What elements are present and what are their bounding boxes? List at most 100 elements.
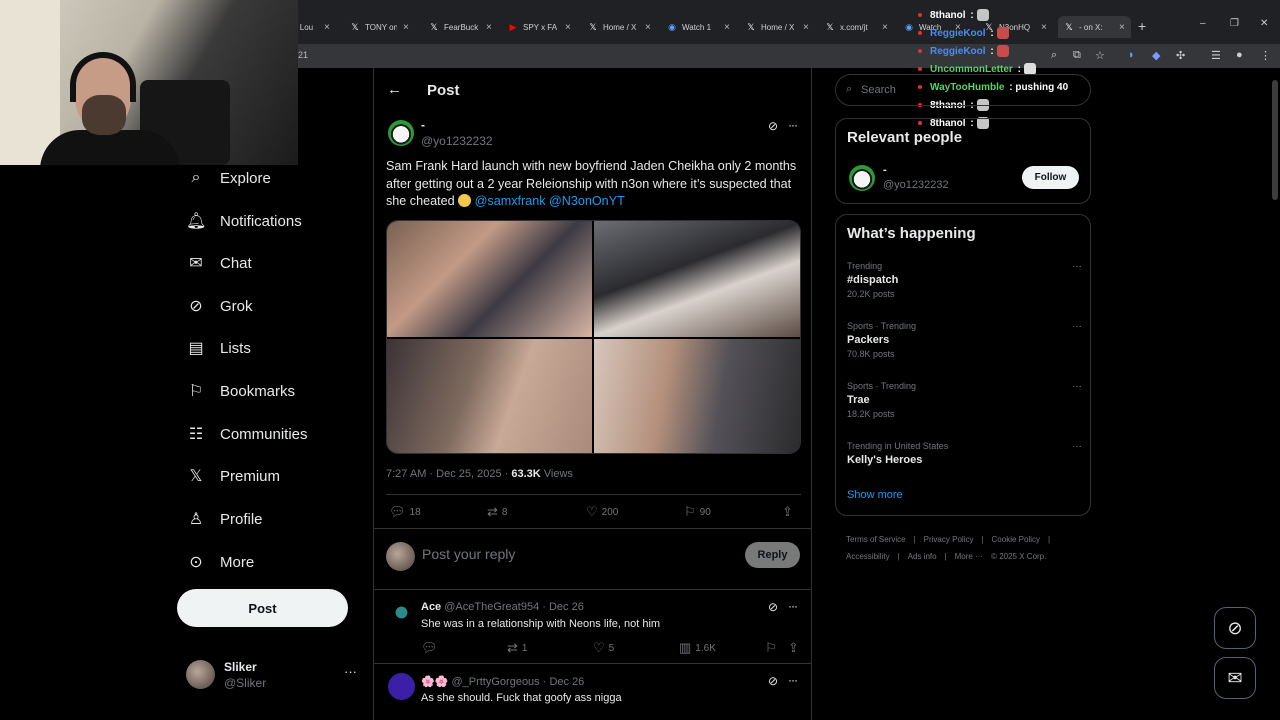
nav-notifications[interactable]: 🔔︎ Notifications [186, 206, 302, 236]
avatar[interactable] [849, 165, 875, 191]
reply-author[interactable]: 🌸🌸 @_PrttyGorgeous · Dec 26 [421, 675, 584, 688]
trend-item[interactable]: Trending #dispatch 20.2K posts ··· [847, 261, 1082, 299]
puzzle-icon[interactable]: ✣ [1176, 49, 1185, 62]
nav-chat[interactable]: ✉ Chat [186, 248, 251, 278]
like-action[interactable]: ♡ 5 [593, 640, 614, 656]
tab-search-icon[interactable]: ☰ [1211, 49, 1221, 62]
footer-link[interactable]: Terms of Service [846, 535, 906, 544]
media-image[interactable] [594, 339, 800, 453]
more-icon[interactable]: ··· [1072, 321, 1082, 332]
views-action[interactable]: ▥ 1.6K [679, 640, 716, 656]
repost-action[interactable]: ⇄ 8 [487, 504, 507, 520]
reply-post[interactable]: 🌸🌸 @_PrttyGorgeous · Dec 26 ⊘ ··· As she… [374, 665, 811, 720]
tab-close-icon[interactable]: × [645, 22, 651, 33]
browser-tab[interactable]: 𝕏x.com/jt × [825, 18, 888, 36]
media-image[interactable] [387, 339, 592, 453]
footer-link[interactable]: Ads info [908, 552, 937, 561]
reply-action[interactable]: 💬︎ 18 [389, 504, 421, 520]
account-switcher[interactable]: Sliker @Sliker ··· [186, 658, 358, 692]
browser-tab[interactable]: ◉ Watch 1 × [667, 18, 730, 36]
tab-close-icon[interactable]: × [403, 22, 409, 33]
nav-more[interactable]: ⊙ More [186, 547, 254, 577]
tab-close-icon[interactable]: × [324, 22, 330, 33]
person-handle[interactable]: @yo1232232 [883, 179, 949, 191]
tab-close-icon[interactable]: × [724, 22, 730, 33]
mention-link[interactable]: @N3onOnYT [549, 194, 625, 208]
nav-communities[interactable]: ☷ Communities [186, 419, 308, 449]
reply-post[interactable]: Ace @AceTheGreat954 · Dec 26 ⊘ ··· She w… [374, 591, 811, 664]
back-arrow-icon[interactable]: ← [387, 81, 402, 98]
media-image[interactable] [387, 221, 592, 337]
profile-avatar-icon[interactable]: ● [1236, 49, 1243, 61]
reply-author[interactable]: Ace @AceTheGreat954 · Dec 26 [421, 601, 584, 613]
grok-fab-button[interactable]: ⊘ [1214, 607, 1256, 649]
tab-close-icon[interactable]: × [882, 22, 888, 33]
repost-action[interactable]: ⇄ 1 [507, 640, 527, 656]
browser-tab[interactable]: 𝕏 TONY on × [350, 18, 409, 36]
more-icon[interactable]: ··· [344, 664, 357, 679]
tab-close-icon[interactable]: × [486, 22, 492, 33]
grok-icon[interactable]: ⊘ [768, 119, 778, 133]
browser-tab[interactable]: 𝕏 FearBuck × [429, 18, 492, 36]
footer-link[interactable]: Accessibility [846, 552, 890, 561]
avatar[interactable] [388, 599, 415, 626]
footer-link[interactable]: Privacy Policy [924, 535, 974, 544]
reply-input[interactable]: Post your reply [422, 546, 515, 562]
messages-fab-button[interactable]: ✉ [1214, 657, 1256, 699]
trend-item[interactable]: Sports · Trending Packers 70.8K posts ··… [847, 321, 1082, 359]
browser-tab[interactable]: 𝕏 Home / X × [746, 18, 809, 36]
nav-profile[interactable]: ♙ Profile [186, 504, 263, 534]
nav-lists[interactable]: ▤ Lists [186, 333, 250, 363]
tab-close-icon[interactable]: × [565, 22, 571, 33]
avatar[interactable] [388, 673, 415, 700]
share-action[interactable]: ⇪ [788, 640, 803, 656]
author-handle[interactable]: @yo1232232 [421, 134, 493, 148]
nav-grok[interactable]: ⊘ Grok [186, 291, 252, 321]
bookmark-action[interactable]: ⚐ [765, 640, 781, 656]
nav-premium[interactable]: 𝕏 Premium [186, 461, 280, 491]
address-text[interactable]: 21 [298, 50, 308, 60]
bookmark-action[interactable]: ⚐ 90 [684, 504, 711, 520]
mention-link[interactable]: @samxfrank [475, 194, 546, 208]
reply-action[interactable]: 💬︎ [421, 640, 442, 656]
post-button[interactable]: Post [177, 589, 348, 627]
grok-icon[interactable]: ⊘ [768, 600, 778, 614]
author-avatar[interactable] [388, 120, 414, 146]
media-image[interactable] [594, 221, 800, 337]
search-input[interactable]: ⌕ Search [835, 74, 1091, 106]
nav-bookmarks[interactable]: ⚐ Bookmarks [186, 376, 295, 406]
follow-button[interactable]: Follow [1022, 166, 1079, 189]
reply-button[interactable]: Reply [745, 542, 800, 568]
minimize-icon[interactable]: – [1200, 18, 1206, 29]
person-name[interactable]: - [883, 164, 887, 176]
more-icon[interactable]: ··· [788, 673, 798, 687]
browser-tab[interactable]: ▶ SPY x FA × [508, 18, 571, 36]
browser-tab[interactable]: 𝕏 Home / X × [588, 18, 651, 36]
post-timestamp[interactable]: 7:27 AM · Dec 25, 2025 · [386, 468, 511, 480]
grok-icon[interactable]: ⊘ [768, 674, 778, 688]
close-window-icon[interactable]: ✕ [1260, 18, 1268, 29]
more-icon[interactable]: ··· [788, 118, 798, 132]
extension-icon[interactable]: ◆ [1152, 49, 1160, 62]
extension-icon[interactable]: ◗ [1128, 49, 1135, 61]
more-icon[interactable]: ··· [1072, 261, 1082, 272]
nav-explore[interactable]: ⌕ Explore [186, 163, 271, 193]
trend-item[interactable]: Sports · Trending Trae 18.2K posts ··· [847, 381, 1082, 419]
menu-dots-icon[interactable]: ⋮ [1260, 49, 1271, 62]
more-icon[interactable]: ··· [1072, 441, 1082, 452]
footer-link[interactable]: Cookie Policy [992, 535, 1040, 544]
share-action[interactable]: ⇪ [782, 504, 797, 520]
tab-close-icon[interactable]: × [803, 22, 809, 33]
post-media-grid[interactable] [386, 220, 801, 454]
new-tab-button[interactable]: + [1138, 18, 1146, 34]
like-action[interactable]: ♡ 200 [586, 504, 618, 520]
more-icon[interactable]: ··· [1072, 381, 1082, 392]
scrollbar[interactable] [1272, 80, 1278, 200]
tab-close-icon[interactable]: × [1119, 22, 1125, 33]
show-more-link[interactable]: Show more [847, 489, 903, 501]
restore-icon[interactable]: ❐ [1230, 18, 1239, 29]
footer-link[interactable]: More ··· [955, 552, 983, 561]
author-name[interactable]: - [421, 118, 425, 132]
trend-item[interactable]: Trending in United States Kelly's Heroes… [847, 441, 1082, 466]
more-icon[interactable]: ··· [788, 599, 798, 613]
